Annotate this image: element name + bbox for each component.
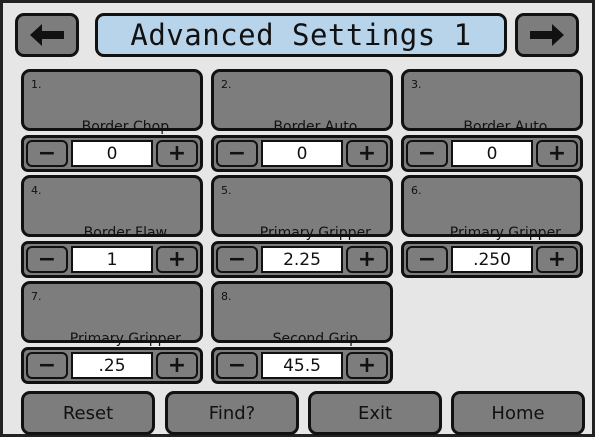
increment-button[interactable]: + [536,140,578,167]
decrement-button[interactable]: − [216,246,258,273]
setting-primary-gripper-distance: 5. Primary Gripper Distance − 2.25 + [211,175,393,280]
value-stepper: − 45.5 + [211,347,393,384]
increment-button[interactable]: + [346,140,388,167]
value-field[interactable]: .250 [451,246,533,273]
setting-label: 8. Second Grip Out Distance [211,281,393,366]
setting-number: 6. [411,184,422,197]
value-field[interactable]: 0 [451,140,533,167]
value-stepper: − 2.25 + [211,241,393,278]
increment-button[interactable]: + [156,140,198,167]
setting-primary-gripper-out-time: 7. Primary Gripper Out Time − .25 + [21,281,203,386]
reset-button[interactable]: Reset [21,391,155,435]
increment-button[interactable]: + [346,246,388,273]
setting-label: 5. Primary Gripper Distance [211,175,393,260]
exit-button[interactable]: Exit [308,391,442,435]
setting-primary-gripper-close-time: 6. Primary Gripper Close Time − .250 + [401,175,583,280]
setting-label: 3. Border Auto Splice Enable [401,69,583,154]
home-button[interactable]: Home [451,391,585,435]
setting-number: 1. [31,78,42,91]
decrement-button[interactable]: − [26,352,68,379]
setting-border-flaw-mark-enable: 4. Border Flaw Mark Enable − 1 + [21,175,203,280]
value-stepper: − .250 + [401,241,583,278]
setting-label: 2. Border Auto Flaw Mark Enable [211,69,393,154]
increment-button[interactable]: + [156,246,198,273]
value-stepper: − .25 + [21,347,203,384]
increment-button[interactable]: + [346,352,388,379]
setting-border-chop-pause-enable: 1. Border Chop Pause Enable − 0 + [21,69,203,174]
setting-number: 4. [31,184,42,197]
value-field[interactable]: 45.5 [261,352,343,379]
value-field[interactable]: .25 [71,352,153,379]
setting-number: 7. [31,290,42,303]
setting-number: 2. [221,78,232,91]
decrement-button[interactable]: − [26,140,68,167]
setting-number: 8. [221,290,232,303]
decrement-button[interactable]: − [216,140,258,167]
setting-number: 5. [221,184,232,197]
increment-button[interactable]: + [536,246,578,273]
prev-page-button[interactable] [15,13,79,57]
setting-border-auto-splice-enable: 3. Border Auto Splice Enable − 0 + [401,69,583,174]
decrement-button[interactable]: − [216,352,258,379]
setting-label: 7. Primary Gripper Out Time [21,281,203,366]
value-field[interactable]: 1 [71,246,153,273]
page-title: Advanced Settings 1 [95,13,507,57]
decrement-button[interactable]: − [406,140,448,167]
setting-second-grip-out-distance: 8. Second Grip Out Distance − 45.5 + [211,281,393,386]
setting-label: 4. Border Flaw Mark Enable [21,175,203,260]
decrement-button[interactable]: − [26,246,68,273]
value-stepper: − 0 + [21,135,203,172]
arrow-right-icon [530,24,564,46]
increment-button[interactable]: + [156,352,198,379]
value-field[interactable]: 0 [261,140,343,167]
value-stepper: − 0 + [401,135,583,172]
arrow-left-icon [30,24,64,46]
advanced-settings-screen: Advanced Settings 1 1. Border Chop Pause… [0,0,595,437]
decrement-button[interactable]: − [406,246,448,273]
value-field[interactable]: 0 [71,140,153,167]
value-stepper: − 0 + [211,135,393,172]
setting-number: 3. [411,78,422,91]
setting-label: 6. Primary Gripper Close Time [401,175,583,260]
value-stepper: − 1 + [21,241,203,278]
setting-border-auto-flaw-mark-enable: 2. Border Auto Flaw Mark Enable − 0 + [211,69,393,174]
find-button[interactable]: Find? [165,391,299,435]
next-page-button[interactable] [515,13,579,57]
setting-label: 1. Border Chop Pause Enable [21,69,203,154]
value-field[interactable]: 2.25 [261,246,343,273]
